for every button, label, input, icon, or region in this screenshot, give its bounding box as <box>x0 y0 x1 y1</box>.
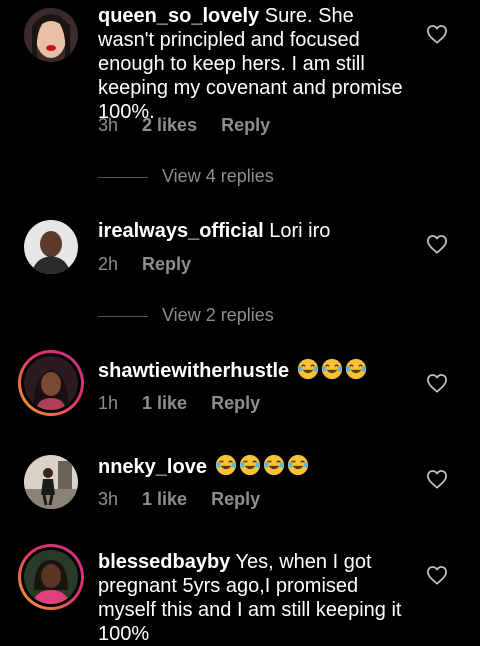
face-with-tears-of-joy-icon <box>297 358 318 380</box>
comment-username[interactable]: shawtiewitherhustle <box>98 360 289 382</box>
reply-button[interactable]: Reply <box>211 489 260 509</box>
face-with-tears-of-joy-icon <box>345 358 366 380</box>
comment-text: irealways_official Lori iro <box>98 219 410 243</box>
face-with-tears-of-joy-icon <box>287 454 308 476</box>
face-with-tears-of-joy-icon <box>321 358 342 380</box>
comment-meta: 1h 1 like Reply <box>98 393 284 414</box>
avatar-nneky-love[interactable] <box>24 455 78 509</box>
heart-outline-icon[interactable] <box>426 234 448 254</box>
comment-text: nneky_love <box>98 454 410 479</box>
heart-outline-icon[interactable] <box>426 373 448 393</box>
avatar-blessedbayby[interactable] <box>18 544 84 610</box>
view-replies-label: View 2 replies <box>162 305 274 325</box>
view-replies-button[interactable]: View 2 replies <box>98 305 274 326</box>
comment-text: blessedbayby Yes, when I got pregnant 5y… <box>98 550 410 646</box>
comment-text: queen_so_lovely Sure. She wasn't princip… <box>98 4 410 124</box>
comment-time: 1h <box>98 393 119 413</box>
comment-username[interactable]: nneky_love <box>98 456 207 478</box>
heart-outline-icon[interactable] <box>426 565 448 585</box>
heart-outline-icon[interactable] <box>426 469 448 489</box>
comment-text: shawtiewitherhustle <box>98 358 410 383</box>
comment-username[interactable]: queen_so_lovely <box>98 5 259 27</box>
emoji-group <box>213 454 309 478</box>
face-with-tears-of-joy-icon <box>239 454 260 476</box>
reply-button[interactable]: Reply <box>211 393 260 413</box>
likes-count-link[interactable]: 2 likes <box>142 115 197 135</box>
reply-button[interactable]: Reply <box>221 115 270 135</box>
comment-time: 2h <box>98 254 119 274</box>
emoji-group <box>295 358 367 382</box>
avatar-irealways-official[interactable] <box>24 220 78 274</box>
heart-outline-icon[interactable] <box>426 24 448 44</box>
divider-line <box>98 176 148 178</box>
comment-body: Lori iro <box>269 220 331 242</box>
comment-username[interactable]: irealways_official <box>98 220 264 242</box>
divider-line <box>98 315 148 317</box>
likes-count-link[interactable]: 1 like <box>142 393 187 413</box>
comment-meta: 2h Reply <box>98 254 215 275</box>
face-with-tears-of-joy-icon <box>215 454 236 476</box>
face-with-tears-of-joy-icon <box>263 454 284 476</box>
reply-button[interactable]: Reply <box>142 254 191 274</box>
comment-username[interactable]: blessedbayby <box>98 551 230 573</box>
view-replies-label: View 4 replies <box>162 166 274 186</box>
view-replies-button[interactable]: View 4 replies <box>98 166 274 187</box>
comment-meta: 3h 1 like Reply <box>98 489 284 510</box>
comment-meta: 3h 2 likes Reply <box>98 115 294 136</box>
likes-count-link[interactable]: 1 like <box>142 489 187 509</box>
comment-time: 3h <box>98 489 119 509</box>
avatar-shawtiewitherhustle[interactable] <box>18 350 84 416</box>
comment-time: 3h <box>98 115 119 135</box>
avatar-queen-so-lovely[interactable] <box>24 8 78 62</box>
